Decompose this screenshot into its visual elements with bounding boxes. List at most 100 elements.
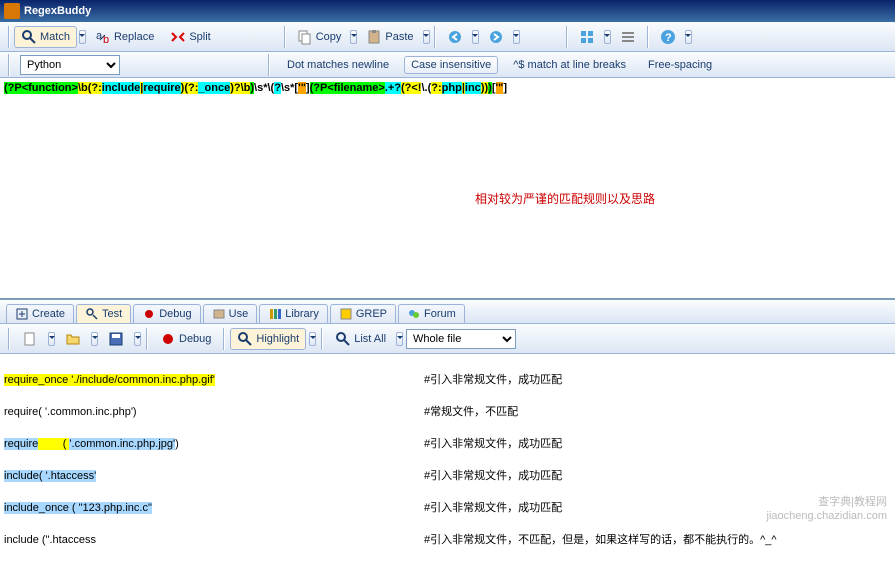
copy-label: Copy xyxy=(316,31,342,43)
split-label: Split xyxy=(189,31,210,43)
toolbar-grip xyxy=(6,26,12,48)
options-icon xyxy=(620,29,636,45)
history-fwd-icon xyxy=(488,29,504,45)
new-file-icon xyxy=(22,331,38,347)
toolbar-grip xyxy=(266,54,272,76)
history-fwd-button[interactable] xyxy=(481,26,511,48)
layout-icon xyxy=(579,29,595,45)
open-test-button[interactable] xyxy=(58,328,88,350)
save-test-button[interactable] xyxy=(101,328,131,350)
toolbar-grip xyxy=(6,328,12,350)
test-line: require ( '.common.inc.php.jpg')#引入非常规文件… xyxy=(4,436,891,452)
svg-text:?: ? xyxy=(665,32,672,44)
toolbar-grip xyxy=(221,328,227,350)
highlight-button[interactable]: Highlight xyxy=(230,328,306,350)
help-icon: ? xyxy=(660,29,676,45)
new-test-dropdown[interactable] xyxy=(48,332,55,346)
main-toolbar: Match ab Replace Split Copy Paste ? xyxy=(0,22,895,52)
split-icon xyxy=(170,29,186,45)
history-fwd-dropdown[interactable] xyxy=(513,30,520,44)
new-test-button[interactable] xyxy=(15,328,45,350)
test-line: require( '.common.inc.php')#常规文件，不匹配 xyxy=(4,404,891,420)
paste-button[interactable]: Paste xyxy=(359,26,420,48)
title-bar: RegexBuddy xyxy=(0,0,895,22)
tab-use[interactable]: Use xyxy=(203,304,258,323)
app-title: RegexBuddy xyxy=(24,5,91,17)
free-spacing-toggle[interactable]: Free-spacing xyxy=(641,56,719,74)
match-dropdown[interactable] xyxy=(79,30,86,44)
library-icon xyxy=(268,307,282,321)
layout-dropdown[interactable] xyxy=(604,30,611,44)
replace-label: Replace xyxy=(114,31,154,43)
list-icon xyxy=(335,331,351,347)
layout-button[interactable] xyxy=(572,26,602,48)
match-button[interactable]: Match xyxy=(14,26,77,48)
test-icon xyxy=(85,307,99,321)
annotation-text: 相对较为严谨的匹配规则以及思路 xyxy=(475,190,655,207)
history-back-dropdown[interactable] xyxy=(472,30,479,44)
line-breaks-toggle[interactable]: ^$ match at line breaks xyxy=(506,56,633,74)
toolbar-grip xyxy=(432,26,438,48)
replace-button[interactable]: ab Replace xyxy=(88,26,161,48)
open-test-dropdown[interactable] xyxy=(91,332,98,346)
tab-create[interactable]: Create xyxy=(6,304,74,323)
tab-test[interactable]: Test xyxy=(76,304,131,323)
scope-select[interactable]: Whole file xyxy=(406,329,516,349)
save-icon xyxy=(108,331,124,347)
copy-dropdown[interactable] xyxy=(350,30,357,44)
test-line: include_once ( "123.php.inc.c"#引入非常规文件，成… xyxy=(4,500,891,516)
highlight-dropdown[interactable] xyxy=(309,332,316,346)
toolbar-grip xyxy=(144,328,150,350)
regex-editor[interactable]: (?P<function>\b(?:include|require)(?:_on… xyxy=(0,78,895,300)
debug-icon xyxy=(160,331,176,347)
history-back-icon xyxy=(447,29,463,45)
paste-label: Paste xyxy=(385,31,413,43)
test-line: require_once './include/common.inc.php.g… xyxy=(4,372,891,388)
options-button[interactable] xyxy=(613,26,643,48)
copy-icon xyxy=(297,29,313,45)
tab-grep[interactable]: GREP xyxy=(330,304,396,323)
toolbar-grip xyxy=(319,328,325,350)
tab-forum[interactable]: Forum xyxy=(398,304,465,323)
list-all-button[interactable]: List All xyxy=(328,328,393,350)
help-button[interactable]: ? xyxy=(653,26,683,48)
tab-library[interactable]: Library xyxy=(259,304,328,323)
tab-debug[interactable]: Debug xyxy=(133,304,200,323)
test-debug-button[interactable]: Debug xyxy=(153,328,218,350)
toolbar-grip xyxy=(564,26,570,48)
bottom-tabs: Create Test Debug Use Library GREP Forum xyxy=(0,300,895,324)
save-test-dropdown[interactable] xyxy=(134,332,141,346)
dot-matches-newline-toggle[interactable]: Dot matches newline xyxy=(280,56,396,74)
use-icon xyxy=(212,307,226,321)
copy-button[interactable]: Copy xyxy=(290,26,349,48)
regex-text[interactable]: (?P<function>\b(?:include|require)(?:_on… xyxy=(0,78,895,97)
toolbar-grip xyxy=(6,54,12,76)
watermark: 查字典|教程网 jiaocheng.chazidian.com xyxy=(767,495,887,523)
options-bar: Python Dot matches newline Case insensit… xyxy=(0,52,895,78)
app-icon xyxy=(4,3,20,19)
case-insensitive-toggle[interactable]: Case insensitive xyxy=(404,56,498,74)
highlight-icon xyxy=(237,331,253,347)
help-dropdown[interactable] xyxy=(685,30,692,44)
test-text-area[interactable]: require_once './include/common.inc.php.g… xyxy=(0,354,895,566)
test-line: include (".htaccess#引入非常规文件，不匹配，但是，如果这样写… xyxy=(4,532,891,548)
toolbar-grip xyxy=(645,26,651,48)
test-toolbar: Debug Highlight List All Whole file xyxy=(0,324,895,354)
paste-icon xyxy=(366,29,382,45)
history-back-button[interactable] xyxy=(440,26,470,48)
search-icon xyxy=(21,29,37,45)
toolbar-grip xyxy=(282,26,288,48)
grep-icon xyxy=(339,307,353,321)
svg-text:a: a xyxy=(96,30,103,42)
split-button[interactable]: Split xyxy=(163,26,217,48)
debug-icon xyxy=(142,307,156,321)
list-all-dropdown[interactable] xyxy=(396,332,403,346)
forum-icon xyxy=(407,307,421,321)
match-label: Match xyxy=(40,31,70,43)
flavor-select[interactable]: Python xyxy=(20,55,120,75)
paste-dropdown[interactable] xyxy=(423,30,430,44)
open-icon xyxy=(65,331,81,347)
create-icon xyxy=(15,307,29,321)
replace-icon: ab xyxy=(95,29,111,45)
test-line: include( '.htaccess'#引入非常规文件，成功匹配 xyxy=(4,468,891,484)
